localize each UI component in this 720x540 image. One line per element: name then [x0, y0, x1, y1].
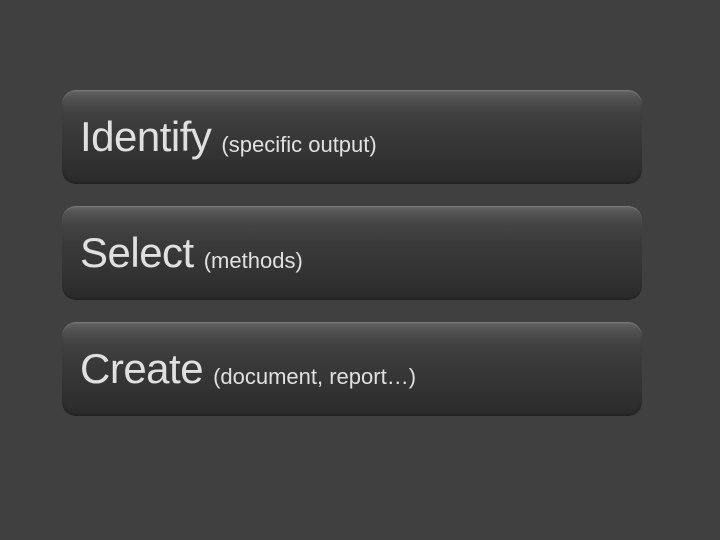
step-bar-create: Create (document, report…)	[62, 322, 642, 416]
step-title: Identify	[80, 113, 211, 161]
step-bar-select: Select (methods)	[62, 206, 642, 300]
step-subtitle: (specific output)	[221, 132, 376, 158]
step-title: Create	[80, 345, 203, 393]
step-subtitle: (methods)	[204, 248, 303, 274]
step-subtitle: (document, report…)	[213, 364, 416, 390]
step-title: Select	[80, 229, 194, 277]
slide-content: Identify (specific output) Select (metho…	[0, 0, 720, 416]
step-bar-identify: Identify (specific output)	[62, 90, 642, 184]
